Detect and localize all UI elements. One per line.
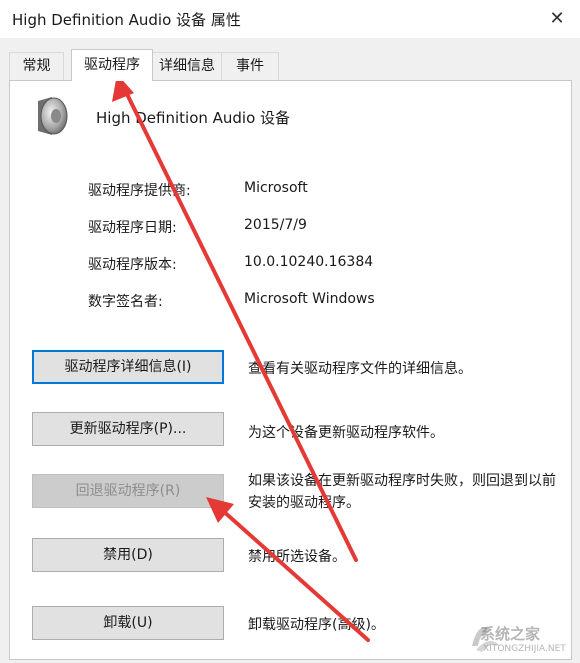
tab-events[interactable]: 事件 [221, 52, 279, 80]
tab-details[interactable]: 详细信息 [152, 52, 222, 80]
close-icon[interactable]: ✕ [540, 4, 574, 34]
date-value: 2015/7/9 [244, 217, 307, 233]
rollback-driver-button[interactable]: 回退驱动程序(R) [32, 474, 224, 508]
disable-desc: 禁用所选设备。 [248, 549, 346, 565]
watermark-url: XITONGZHIJIA.NET [483, 644, 566, 654]
disable-button[interactable]: 禁用(D) [32, 538, 224, 572]
uninstall-button[interactable]: 卸载(U) [32, 606, 224, 640]
signer-value: Microsoft Windows [244, 291, 375, 307]
provider-value: Microsoft [244, 180, 308, 196]
tab-general[interactable]: 常规 [9, 52, 64, 80]
update-driver-button[interactable]: 更新驱动程序(P)... [32, 412, 224, 446]
driver-details-button[interactable]: 驱动程序详细信息(I) [32, 350, 224, 384]
rollback-driver-desc: 如果该设备在更新驱动程序时失败，则回退到以前安装的驱动程序。 [248, 473, 556, 511]
speaker-icon [38, 97, 68, 135]
watermark-text: 系统之家 [480, 625, 541, 643]
driver-details-desc: 查看有关驱动程序文件的详细信息。 [248, 361, 472, 377]
provider-label: 驱动程序提供商: [88, 183, 191, 199]
signer-label: 数字签名者: [88, 294, 163, 310]
device-name: High Definition Audio 设备 [96, 109, 291, 127]
title-bar: High Definition Audio 设备 属性 ✕ [0, 0, 580, 38]
tab-driver[interactable]: 驱动程序 [71, 49, 153, 81]
date-label: 驱动程序日期: [88, 220, 177, 236]
update-driver-desc: 为这个设备更新驱动程序软件。 [248, 425, 444, 441]
window-title: High Definition Audio 设备 属性 [12, 11, 241, 29]
version-value: 10.0.10240.16384 [244, 254, 374, 270]
version-label: 驱动程序版本: [88, 257, 177, 273]
